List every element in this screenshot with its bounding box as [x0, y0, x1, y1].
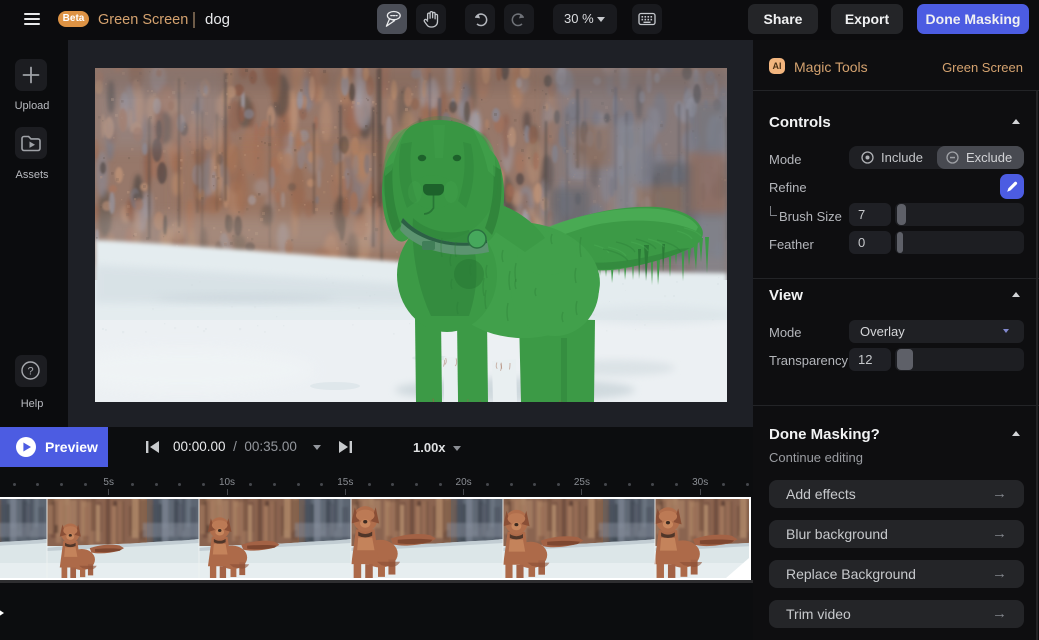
svg-text:?: ?: [27, 365, 33, 377]
